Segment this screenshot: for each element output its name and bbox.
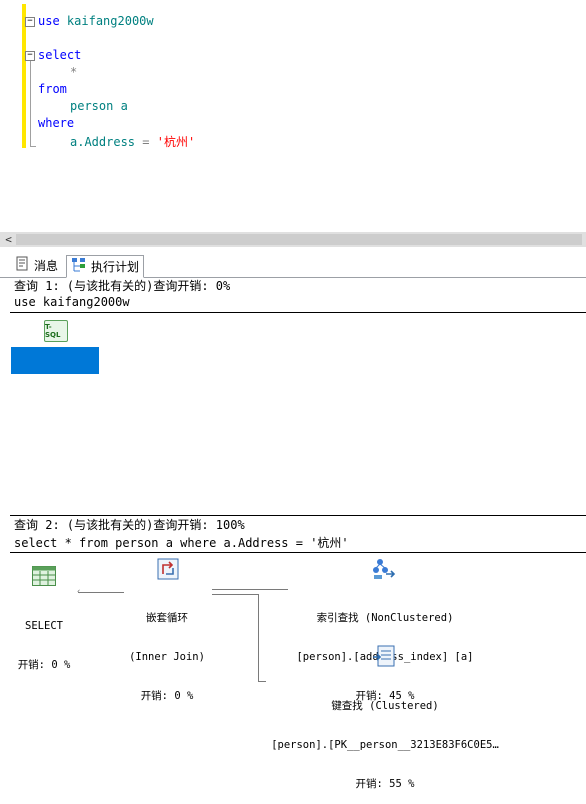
query2-separator	[10, 552, 586, 553]
tab-execution-plan-label: 执行计划	[91, 260, 140, 274]
key-lookup-icon[interactable]	[372, 645, 396, 672]
query1-separator	[10, 312, 586, 313]
select-result-icon[interactable]	[32, 566, 56, 589]
execution-plan-icon	[71, 257, 87, 276]
use-database-cost: 开销: 0 %	[28, 412, 82, 424]
code-line-3: *	[70, 65, 78, 79]
code-line-1: use kaifang2000w	[38, 14, 154, 28]
tab-messages-label: 消息	[34, 259, 59, 273]
nested-loops-label: 嵌套循环 (Inner Join) 开销: 0 %	[115, 586, 219, 716]
horizontal-scrollbar[interactable]: <	[0, 232, 586, 247]
connector-index-to-loop	[212, 589, 288, 590]
tab-execution-plan[interactable]: 执行计划	[66, 255, 145, 278]
index-seek-title: 索引查找 (NonClustered)	[316, 612, 454, 624]
nested-loops-title: 嵌套循环	[146, 612, 188, 624]
index-seek-icon[interactable]	[372, 558, 396, 583]
select-node-cost: 开销: 0 %	[17, 659, 71, 671]
scroll-left-arrow-icon[interactable]: <	[2, 232, 15, 247]
connector-key-stub	[258, 681, 266, 682]
connector-loop-to-select	[78, 592, 124, 593]
code-line-4: from	[38, 82, 67, 96]
key-lookup-title: 键查找 (Clustered)	[331, 700, 439, 712]
nested-loops-icon[interactable]	[157, 558, 179, 583]
key-lookup-label: 键查找 (Clustered) [person].[PK__person__32…	[262, 674, 508, 804]
fold-guide	[30, 61, 31, 146]
fold-toggle-use[interactable]: −	[25, 17, 35, 27]
select-node-title: SELECT	[25, 620, 63, 632]
query1-header: 查询 1: (与该批有关的)查询开销: 0%	[14, 279, 231, 293]
tsql-icon[interactable]: T-SQL	[44, 320, 68, 342]
key-lookup-cost: 开销: 55 %	[355, 778, 415, 790]
query1-sql: use kaifang2000w	[14, 295, 130, 309]
connector-key-to-loop-v	[258, 594, 259, 682]
fold-toggle-select[interactable]: −	[25, 51, 35, 61]
query2-header: 查询 2: (与该批有关的)查询开销: 100%	[14, 518, 245, 532]
fold-guide-end	[30, 146, 36, 147]
select-node-label: SELECT 开销: 0 %	[4, 594, 84, 685]
code-line-6: where	[38, 116, 75, 130]
scrollbar-thumb[interactable]	[16, 234, 582, 245]
nested-loops-cost: 开销: 0 %	[140, 690, 194, 702]
messages-icon	[14, 256, 30, 275]
tab-messages[interactable]: 消息	[10, 255, 62, 276]
key-lookup-object: [person].[PK__person__3213E83F6C0E5…	[271, 739, 499, 751]
code-line-7: a.Address = '杭州'	[70, 135, 196, 149]
use-database-label: USE DATABASE	[17, 373, 93, 385]
nested-loops-join-type: (Inner Join)	[129, 651, 205, 663]
use-database-node[interactable]: USE DATABASE 开销: 0 %	[11, 347, 99, 424]
query2-sql: select * from person a where a.Address =…	[14, 536, 349, 550]
connector-arrowhead-icon: ‹	[76, 587, 82, 597]
code-line-2: select	[38, 48, 82, 62]
connector-key-to-loop-h	[212, 594, 258, 595]
sql-editor[interactable]	[0, 0, 586, 232]
code-line-5: person a	[70, 99, 128, 113]
